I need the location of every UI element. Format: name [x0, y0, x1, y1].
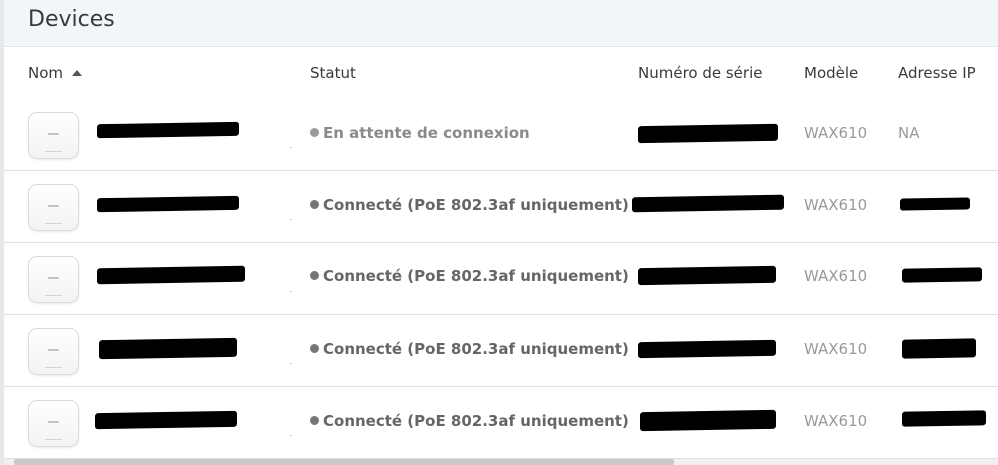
status-cell: Connecté (PoE 802.3af uniquement)	[310, 412, 629, 430]
redacted-serial-number	[632, 194, 784, 213]
scrollbar-thumb[interactable]	[14, 459, 674, 465]
table-row[interactable]: Connecté (PoE 802.3af uniquement) WAX610	[4, 387, 998, 459]
model-cell: WAX610	[804, 267, 868, 285]
table-row[interactable]: Connecté (PoE 802.3af uniquement) WAX610	[4, 315, 998, 387]
redacted-serial-number	[638, 123, 778, 144]
table-row[interactable]: Connecté (PoE 802.3af uniquement) WAX610	[4, 243, 998, 315]
status-dot-icon	[310, 128, 319, 137]
status-cell: Connecté (PoE 802.3af uniquement)	[310, 267, 629, 285]
access-point-icon	[28, 184, 79, 231]
redacted-device-name	[97, 195, 239, 213]
redacted-ip-address	[902, 410, 986, 427]
redacted-device-name	[95, 410, 237, 430]
panel-header: Devices	[4, 0, 998, 47]
divider-mark	[290, 435, 292, 436]
access-point-icon	[28, 328, 79, 375]
redacted-device-name	[97, 121, 239, 139]
status-cell: En attente de connexion	[310, 124, 530, 142]
table-header: Nom Statut Numéro de série Modèle Adress…	[4, 47, 998, 100]
redacted-serial-number	[640, 409, 776, 432]
table-row[interactable]: Connecté (PoE 802.3af uniquement) WAX610	[4, 171, 998, 243]
sort-ascending-icon[interactable]	[72, 70, 83, 76]
model-cell: WAX610	[804, 196, 868, 214]
status-dot-icon	[310, 271, 319, 280]
model-cell: WAX610	[804, 412, 868, 430]
status-text: Connecté (PoE 802.3af uniquement)	[323, 267, 629, 285]
status-text: Connecté (PoE 802.3af uniquement)	[323, 412, 629, 430]
status-dot-icon	[310, 200, 319, 209]
status-dot-icon	[310, 344, 319, 353]
status-text: Connecté (PoE 802.3af uniquement)	[323, 340, 629, 358]
divider-mark	[290, 363, 292, 364]
divider-mark	[290, 219, 292, 220]
model-cell: WAX610	[804, 340, 868, 358]
column-label-nom: Nom	[28, 64, 64, 82]
redacted-ip-address	[902, 338, 976, 359]
status-cell: Connecté (PoE 802.3af uniquement)	[310, 196, 629, 214]
model-cell: WAX610	[804, 124, 868, 142]
status-text: Connecté (PoE 802.3af uniquement)	[323, 196, 629, 214]
redacted-device-name	[97, 265, 245, 285]
redacted-device-name	[99, 337, 237, 360]
redacted-serial-number	[638, 265, 776, 286]
access-point-icon	[28, 400, 79, 447]
column-header-nom[interactable]: Nom	[28, 64, 83, 82]
column-header-statut[interactable]: Statut	[310, 64, 356, 82]
redacted-serial-number	[638, 339, 776, 359]
column-header-adresse-ip[interactable]: Adresse IP	[898, 64, 976, 82]
ip-cell: NA	[898, 124, 920, 142]
redacted-ip-address	[900, 197, 970, 211]
status-dot-icon	[310, 416, 319, 425]
access-point-icon	[28, 256, 79, 303]
status-text: En attente de connexion	[323, 124, 530, 142]
redacted-ip-address	[902, 267, 982, 283]
status-cell: Connecté (PoE 802.3af uniquement)	[310, 340, 629, 358]
column-header-modele[interactable]: Modèle	[804, 64, 858, 82]
table-row[interactable]: En attente de connexion WAX610 NA	[4, 99, 998, 171]
page-title: Devices	[28, 7, 115, 32]
access-point-icon	[28, 112, 79, 159]
column-header-numero-de-serie[interactable]: Numéro de série	[638, 64, 762, 82]
divider-mark	[290, 291, 292, 292]
divider-mark	[290, 147, 292, 148]
